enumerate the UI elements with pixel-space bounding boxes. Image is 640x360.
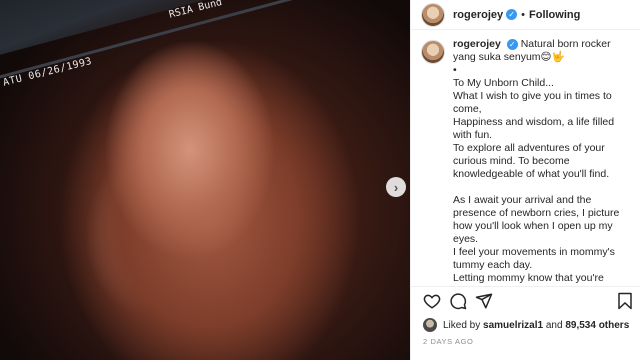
caption-username[interactable]: rogerojey bbox=[453, 38, 501, 50]
caption-line: To explore all adventures of your curiou… bbox=[453, 142, 610, 180]
caption-line: As I await your arrival and the presence… bbox=[453, 194, 620, 245]
caption-line: To My Unborn Child... bbox=[453, 77, 554, 89]
send-icon[interactable] bbox=[475, 292, 493, 310]
heart-icon[interactable] bbox=[423, 292, 441, 310]
caption-line: Happiness and wisdom, a life filled with… bbox=[453, 116, 615, 141]
ultrasound-image bbox=[0, 0, 410, 360]
likes-conjunction: and bbox=[545, 319, 563, 331]
bookmark-icon[interactable] bbox=[617, 292, 633, 310]
following-button[interactable]: Following bbox=[529, 9, 580, 21]
comment-icon[interactable] bbox=[449, 292, 467, 310]
post-side-panel: rogerojey ✓ • Following rogerojey ✓ Natu… bbox=[410, 0, 640, 360]
first-liker-link[interactable]: samuelrizal1 bbox=[483, 320, 543, 331]
actions-divider bbox=[411, 286, 640, 287]
liked-by-prefix: Liked by bbox=[443, 319, 481, 331]
post-media: ATU 06/26/1993 RSIA Bund › bbox=[0, 0, 410, 360]
caption-verified-badge-icon: ✓ bbox=[506, 38, 518, 50]
caption-line: I feel your movements in mommy's tummy e… bbox=[453, 246, 615, 271]
liker-avatar[interactable] bbox=[423, 318, 437, 332]
post-header: rogerojey ✓ • Following bbox=[411, 0, 640, 30]
caption-line: Letting mommy know that you're bbox=[453, 272, 604, 284]
chevron-right-icon: › bbox=[393, 179, 399, 195]
verified-badge-icon: ✓ bbox=[506, 9, 518, 20]
caption-text: rogerojey ✓ Natural born rocker yang suk… bbox=[453, 38, 633, 285]
author-avatar[interactable] bbox=[421, 2, 445, 27]
header-separator: • bbox=[521, 8, 525, 21]
next-media-button[interactable]: › bbox=[386, 177, 406, 197]
caption-section: rogerojey ✓ Natural born rocker yang suk… bbox=[411, 38, 640, 286]
caption-first-line: rogerojey ✓ Natural born rocker yang suk… bbox=[453, 38, 611, 63]
caption-line: What I wish to give you in times to come… bbox=[453, 90, 612, 115]
post-actions bbox=[423, 292, 633, 314]
other-likes-link[interactable]: 89,534 others bbox=[565, 320, 629, 331]
likes-summary: Liked by samuelrizal1 and 89,534 others bbox=[423, 318, 629, 332]
author-username[interactable]: rogerojey bbox=[453, 9, 503, 21]
post-timestamp[interactable]: 2 DAYS AGO bbox=[423, 337, 473, 346]
caption-line: • bbox=[453, 64, 457, 76]
caption-author-avatar[interactable] bbox=[421, 40, 445, 64]
